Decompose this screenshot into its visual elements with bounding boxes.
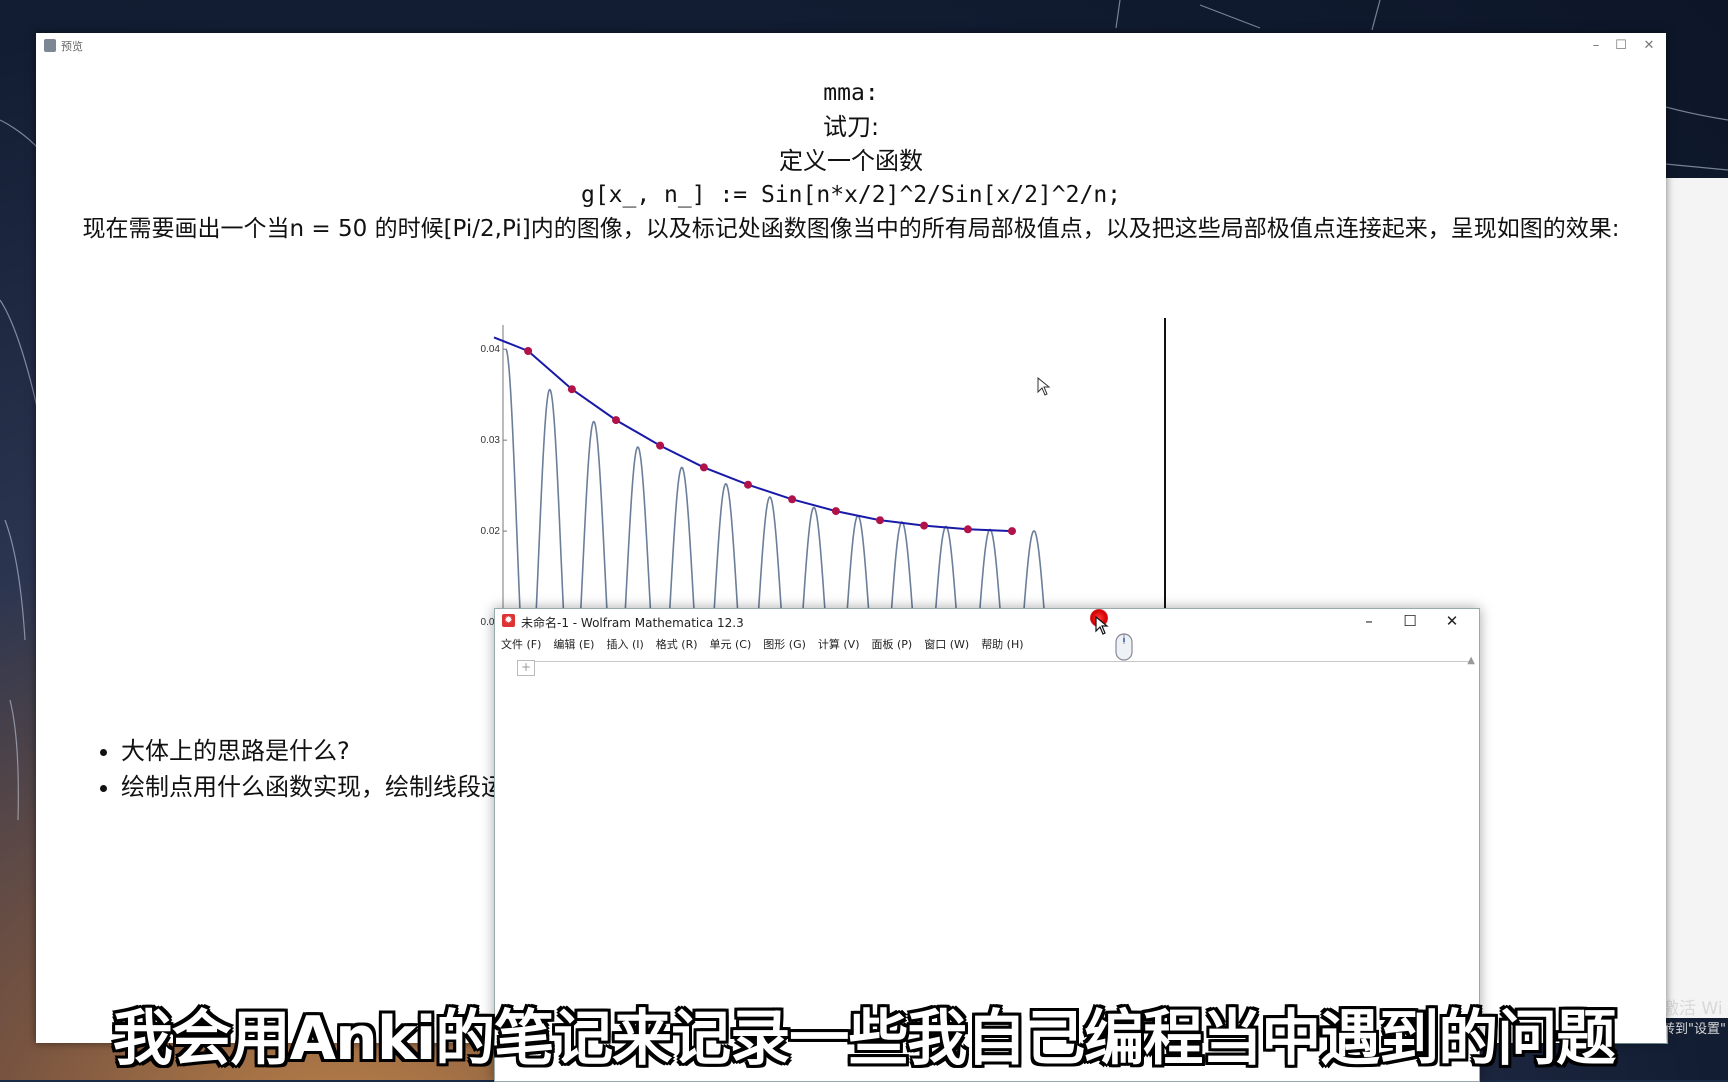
anki-app-icon (44, 39, 56, 52)
local-maximum-point (744, 480, 752, 489)
local-maximum-point (1008, 527, 1016, 536)
note-problem-text: 现在需要画出一个当n = 50 的时候[Pi/2,Pi]内的图像，以及标记处函数… (82, 216, 1620, 242)
local-maximum-point (699, 463, 708, 472)
mma-maximize-button[interactable]: ☐ (1393, 610, 1427, 632)
mathematica-menubar: 文件 (F) 编辑 (E) 插入 (I) 格式 (R) 单元 (C) 图形 (G… (501, 636, 1024, 654)
y-tick-label: 0.03 (481, 435, 501, 446)
maxima-envelope-line (493, 336, 1013, 533)
note-line-shidao: 试刀: (822, 113, 880, 141)
local-maximum-point (920, 521, 929, 530)
menu-graphics[interactable]: 图形 (G) (763, 636, 806, 654)
mma-toolbar-divider (535, 661, 1469, 662)
y-tick-label: 0.04 (481, 344, 501, 355)
y-tick-label: 0.02 (481, 526, 501, 537)
menu-format[interactable]: 格式 (R) (656, 636, 698, 654)
note-code-definition: g[x_, n_] := Sin[n*x/2]^2/Sin[x/2]^2/n; (580, 182, 1122, 208)
note-line-mma: mma: (823, 80, 879, 106)
mouse-pointer-icon (1095, 616, 1109, 635)
local-maximum-point (963, 525, 972, 534)
note-line-define-function: 定义一个函数 (779, 147, 923, 175)
local-maximum-point (567, 385, 576, 394)
local-maximum-point (788, 495, 797, 504)
mathematica-spikey-icon: ✹ (502, 614, 515, 627)
local-maximum-point (656, 441, 665, 450)
preview-maximize-button[interactable]: ☐ (1606, 36, 1636, 56)
plot-svg: 0.010.020.030.04 (481, 318, 1166, 714)
local-maximum-point (876, 516, 884, 525)
preview-titlebar[interactable]: 预览 – ☐ ✕ (36, 33, 1666, 59)
background-window (1660, 178, 1728, 1018)
mathematica-window-title: 未命名-1 - Wolfram Mathematica 12.3 (521, 616, 744, 630)
note-content: mma: 试刀: 定义一个函数 g[x_, n_] := Sin[n*x/2]^… (36, 76, 1666, 247)
preview-window-title: 预览 (61, 40, 83, 53)
menu-insert[interactable]: 插入 (I) (606, 636, 643, 654)
function-plot: 0.01 0.02 0.03 0.04 (476, 283, 1176, 714)
menu-file[interactable]: 文件 (F) (501, 636, 541, 654)
local-maximum-point (831, 507, 840, 516)
mma-close-button[interactable]: ✕ (1435, 610, 1469, 632)
mma-minimize-button[interactable]: – (1352, 610, 1386, 632)
plot-envelope (493, 336, 1013, 533)
local-maximum-point (612, 416, 620, 425)
mouse-device-icon (1115, 633, 1133, 661)
note-bullet-list: 大体上的思路是什么? 绘制点用什么函数实现，绘制线段运 (66, 733, 505, 805)
menu-edit[interactable]: 编辑 (E) (553, 636, 594, 654)
menu-cell[interactable]: 单元 (C) (710, 636, 752, 654)
video-subtitle: 我会用Anki的笔记来记录一些我自己编程当中遇到的问题 (112, 1004, 1617, 1074)
preview-close-button[interactable]: ✕ (1634, 36, 1664, 56)
mouse-cursor-icon (1037, 377, 1051, 396)
menu-palettes[interactable]: 面板 (P) (872, 636, 913, 654)
bullet-item: 大体上的思路是什么? (121, 733, 505, 769)
menu-help[interactable]: 帮助 (H) (981, 636, 1023, 654)
bullet-item: 绘制点用什么函数实现，绘制线段运 (121, 769, 505, 805)
mathematica-titlebar[interactable]: ✹ 未命名-1 - Wolfram Mathematica 12.3 – ☐ ✕ (495, 609, 1479, 633)
local-maximum-point (524, 347, 533, 355)
menu-window[interactable]: 窗口 (W) (924, 636, 969, 654)
menu-evaluation[interactable]: 计算 (V) (818, 636, 860, 654)
